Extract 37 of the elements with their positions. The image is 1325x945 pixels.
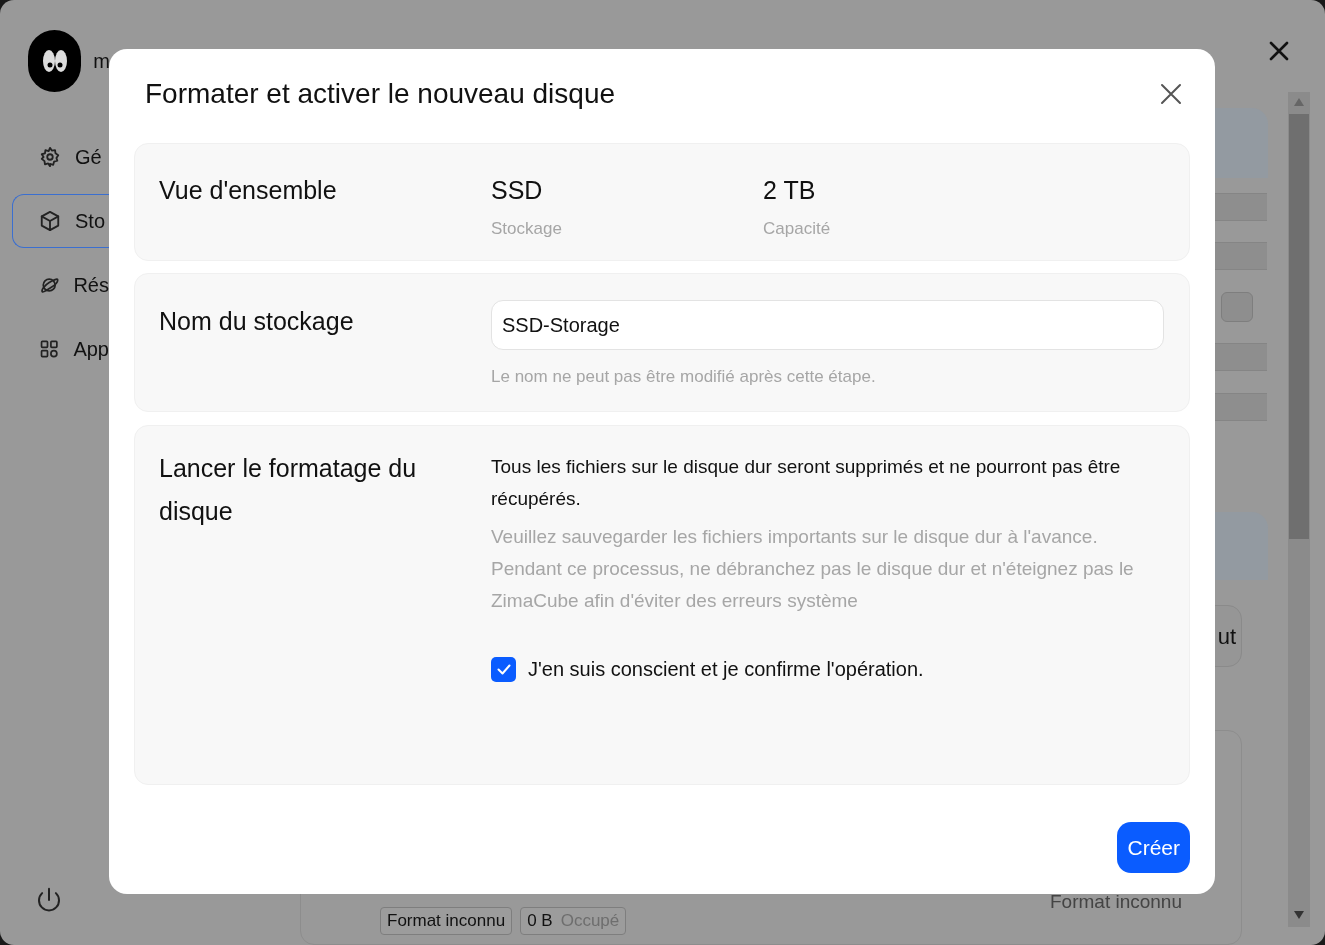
sidebar-item[interactable]: App xyxy=(12,322,110,376)
dialog-title: Formater et activer le nouveau disque xyxy=(145,77,616,111)
sidebar-item[interactable]: Rés xyxy=(12,258,110,312)
card-background xyxy=(1215,512,1268,580)
grid-icon xyxy=(39,338,60,360)
gear-icon xyxy=(39,146,61,168)
down-arrow-icon[interactable] xyxy=(1294,911,1304,919)
placeholder-bar xyxy=(1215,393,1267,421)
scrollbar[interactable] xyxy=(1288,92,1310,927)
check-icon xyxy=(496,663,511,675)
toggle-control[interactable] xyxy=(1221,292,1253,322)
create-button[interactable]: Créer xyxy=(1117,822,1190,873)
section-label: Vue d'ensemble xyxy=(159,175,338,206)
close-icon[interactable] xyxy=(1269,41,1289,61)
warning-text: Tous les fichiers sur le disque dur seront supprimés et ne pourront pas être récupérés. xyxy=(491,455,1122,511)
field-hint: Le nom ne peut pas être modifié après cette étape. xyxy=(491,366,877,388)
placeholder-bar xyxy=(1215,193,1267,221)
stat-caption: Stockage xyxy=(491,217,563,240)
cube-icon xyxy=(39,210,61,232)
stat-caption: Capacité xyxy=(763,217,832,240)
stat-value: SSD xyxy=(491,175,544,206)
sidebar-item[interactable]: Gé xyxy=(12,130,110,184)
scrollbar-thumb[interactable] xyxy=(1289,114,1309,539)
section-label: Nom du stockage xyxy=(159,306,355,337)
placeholder-bar xyxy=(1215,242,1267,270)
disk-format: Format inconnu xyxy=(1050,890,1182,914)
stat-value: 2 TB xyxy=(763,175,817,206)
card-background xyxy=(1215,108,1268,178)
placeholder-bar xyxy=(1215,343,1267,371)
close-icon[interactable] xyxy=(1160,83,1182,105)
confirm-label: J'en suis conscient et je confirme l'opération. xyxy=(528,657,924,682)
storage-name-field[interactable]: SSD-Storage xyxy=(491,300,1164,350)
info-chip: Format inconnu xyxy=(380,907,513,935)
section-label: Lancer le formatage du disque xyxy=(159,453,418,527)
confirm-checkbox[interactable] xyxy=(491,656,516,682)
note-text: Veuillez sauvegarder les fichiers importants sur le disque dur à l'avance. Pendant ce processus, ne débranchez pas le disque dur et n'éteignez pas le ZimaCube afin d'éviter des erreurs système xyxy=(491,525,1135,613)
user-name: m xyxy=(93,49,110,74)
